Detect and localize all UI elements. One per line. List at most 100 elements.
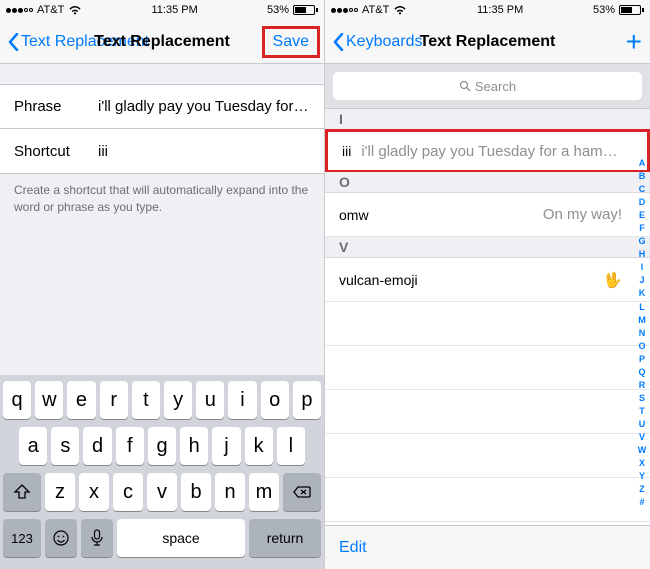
key-q[interactable]: q <box>3 381 31 419</box>
index-letter[interactable]: I <box>641 261 644 274</box>
kb-row-2: a s d f g h j k l <box>3 427 321 465</box>
key-return[interactable]: return <box>249 519 321 557</box>
index-letter[interactable]: W <box>638 444 647 457</box>
index-letter[interactable]: V <box>639 431 645 444</box>
index-letter[interactable]: Q <box>638 366 645 379</box>
clock-label: 11:35 PM <box>477 4 523 16</box>
key-f[interactable]: f <box>116 427 144 465</box>
key-v[interactable]: v <box>147 473 177 511</box>
key-y[interactable]: y <box>164 381 192 419</box>
index-letter[interactable]: O <box>638 340 645 353</box>
key-emoji[interactable] <box>45 519 77 557</box>
index-letter[interactable]: Z <box>639 483 645 496</box>
key-p[interactable]: p <box>293 381 321 419</box>
index-letter[interactable]: K <box>639 287 646 300</box>
index-letter[interactable]: E <box>639 209 645 222</box>
key-n[interactable]: n <box>215 473 245 511</box>
index-letter[interactable]: G <box>638 235 645 248</box>
section-header-i: I <box>325 109 650 130</box>
key-s[interactable]: s <box>51 427 79 465</box>
chevron-left-icon <box>333 33 344 51</box>
key-c[interactable]: c <box>113 473 143 511</box>
index-letter[interactable]: Y <box>639 470 645 483</box>
back-button[interactable]: Keyboards <box>333 33 423 51</box>
phrase-label: Phrase <box>14 98 88 115</box>
chevron-left-icon <box>8 33 19 51</box>
key-z[interactable]: z <box>45 473 75 511</box>
key-d[interactable]: d <box>83 427 111 465</box>
key-t[interactable]: t <box>132 381 160 419</box>
index-letter[interactable]: X <box>639 457 645 470</box>
index-letter[interactable]: P <box>639 353 645 366</box>
carrier-label: AT&T <box>37 4 64 16</box>
key-e[interactable]: e <box>67 381 95 419</box>
index-letter[interactable]: C <box>639 183 646 196</box>
key-m[interactable]: m <box>249 473 279 511</box>
key-j[interactable]: j <box>212 427 240 465</box>
shortcut-list[interactable]: I iii i'll gladly pay you Tuesday for a … <box>325 109 650 525</box>
index-letter[interactable]: U <box>639 418 646 431</box>
kb-row-1: q w e r t y u i o p <box>3 381 321 419</box>
section-header-v: V <box>325 237 650 258</box>
key-u[interactable]: u <box>196 381 224 419</box>
index-bar[interactable]: ABCDEFGHIJKLMNOPQRSTUVWXYZ# <box>635 157 649 477</box>
shortcut-row[interactable]: Shortcut iii <box>0 129 324 173</box>
battery-pct-label: 53% <box>593 4 615 16</box>
phrase-row[interactable]: Phrase i'll gladly pay you Tuesday for a… <box>0 85 324 129</box>
index-letter[interactable]: F <box>639 222 645 235</box>
index-letter[interactable]: A <box>639 157 646 170</box>
hint-text: Create a shortcut that will automaticall… <box>0 174 324 224</box>
index-letter[interactable]: H <box>639 248 646 261</box>
key-h[interactable]: h <box>180 427 208 465</box>
save-button[interactable]: Save <box>262 26 320 58</box>
emoji-icon <box>52 529 70 547</box>
phone-edit-screen: AT&T 11:35 PM 53% Text Replacement Text … <box>0 0 325 569</box>
search-wrap: Search <box>325 64 650 109</box>
edit-button[interactable]: Edit <box>339 539 367 557</box>
search-input[interactable]: Search <box>333 72 642 100</box>
list-item <box>325 390 650 434</box>
list-item <box>325 434 650 478</box>
status-bar: AT&T 11:35 PM 53% <box>0 0 324 20</box>
list-item-vulcan[interactable]: vulcan-emoji 🖖 <box>325 258 650 302</box>
kb-row-3: z x c v b n m <box>3 473 321 511</box>
add-button[interactable]: + <box>626 28 642 56</box>
index-letter[interactable]: T <box>639 405 645 418</box>
navbar-edit: Text Replacement Text Replacement Save <box>0 20 324 64</box>
key-backspace[interactable] <box>283 473 321 511</box>
key-k[interactable]: k <box>245 427 273 465</box>
key-x[interactable]: x <box>79 473 109 511</box>
wifi-icon <box>393 5 407 15</box>
key-o[interactable]: o <box>261 381 289 419</box>
list-item-omw[interactable]: omw On my way! <box>325 193 650 237</box>
signal-dots-icon <box>6 8 33 13</box>
key-numbers[interactable]: 123 <box>3 519 41 557</box>
key-r[interactable]: r <box>100 381 128 419</box>
index-letter[interactable]: N <box>639 327 646 340</box>
key-i[interactable]: i <box>228 381 256 419</box>
section-header-o: O <box>325 172 650 193</box>
index-letter[interactable]: D <box>639 196 646 209</box>
phrase-input[interactable]: i'll gladly pay you Tuesday for a ham... <box>98 98 310 115</box>
key-b[interactable]: b <box>181 473 211 511</box>
index-letter[interactable]: L <box>639 301 645 314</box>
key-shift[interactable] <box>3 473 41 511</box>
key-l[interactable]: l <box>277 427 305 465</box>
index-letter[interactable]: B <box>639 170 646 183</box>
battery-icon <box>619 5 644 15</box>
key-g[interactable]: g <box>148 427 176 465</box>
index-letter[interactable]: J <box>639 274 644 287</box>
shortcut-input[interactable]: iii <box>98 143 310 160</box>
index-letter[interactable]: M <box>638 314 646 327</box>
shortcut-phrase: 🖖 <box>428 271 622 289</box>
index-letter[interactable]: # <box>639 496 644 509</box>
key-w[interactable]: w <box>35 381 63 419</box>
key-mic[interactable] <box>81 519 113 557</box>
index-letter[interactable]: R <box>639 379 646 392</box>
list-item <box>325 346 650 390</box>
list-item <box>325 302 650 346</box>
list-item-iii[interactable]: iii i'll gladly pay you Tuesday for a ha… <box>325 129 650 173</box>
key-a[interactable]: a <box>19 427 47 465</box>
index-letter[interactable]: S <box>639 392 645 405</box>
key-space[interactable]: space <box>117 519 245 557</box>
